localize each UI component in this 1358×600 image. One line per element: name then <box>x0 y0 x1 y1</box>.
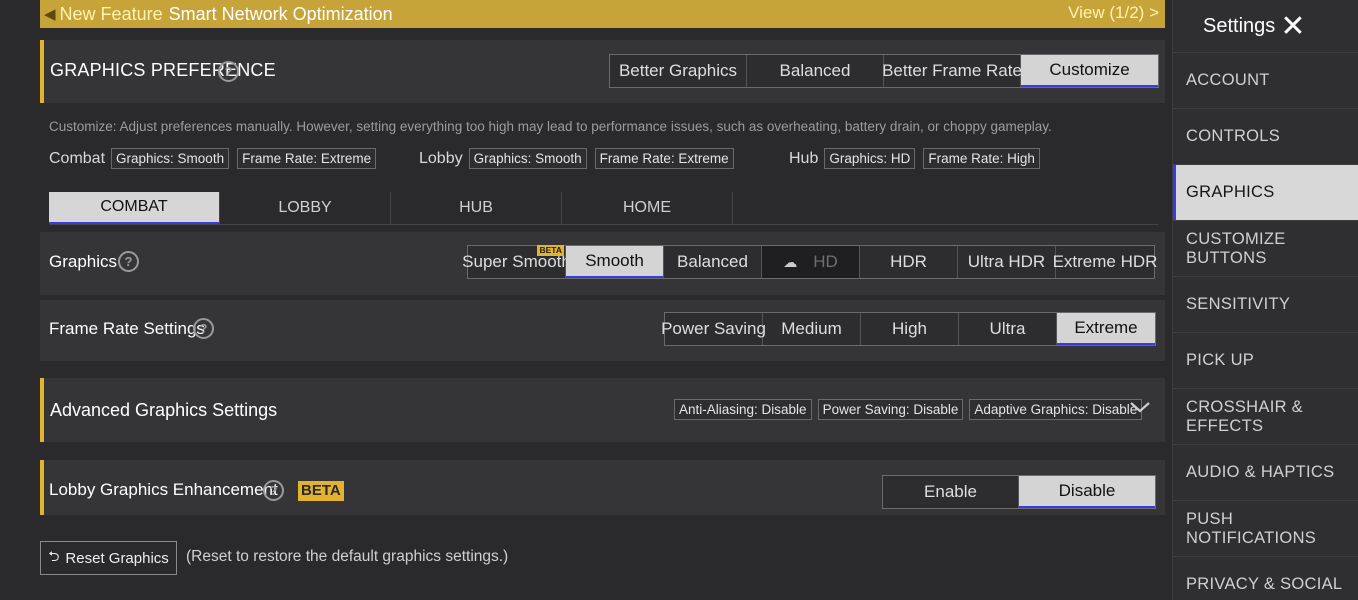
sidebar-item-controls[interactable]: CONTROLS <box>1173 108 1358 164</box>
sidebar-item-graphics[interactable]: GRAPHICS <box>1173 164 1358 220</box>
fps-option-high[interactable]: High <box>861 313 959 345</box>
sidebar-item-privacy-social[interactable]: PRIVACY & SOCIAL <box>1173 556 1358 600</box>
banner-view-link[interactable]: View (1/2) > <box>1068 3 1159 23</box>
summary-hub-frame-rate: Frame Rate: High <box>923 148 1040 169</box>
tab-home[interactable]: HOME <box>562 192 733 224</box>
fps-option-extreme[interactable]: Extreme <box>1057 313 1155 345</box>
summary-hub-graphics: Graphics: HD <box>824 148 916 169</box>
sidebar-item-audio-haptics[interactable]: AUDIO & HAPTICS <box>1173 444 1358 500</box>
graphics-label: Graphics <box>49 252 118 271</box>
help-icon[interactable]: ? <box>218 61 239 82</box>
tab-lobby[interactable]: LOBBY <box>220 192 391 224</box>
lobby-option-disable[interactable]: Disable <box>1019 476 1155 508</box>
section-accent <box>40 40 44 103</box>
summary-combat-frame-rate: Frame Rate: Extreme <box>237 148 377 169</box>
sidebar-item-account[interactable]: ACCOUNT <box>1173 52 1358 108</box>
sidebar-title: Settings <box>1203 14 1276 37</box>
banner-title: Smart Network Optimization <box>168 3 393 24</box>
graphics-option-ultra-hdr[interactable]: Ultra HDR <box>958 246 1056 278</box>
pref-option-better-graphics[interactable]: Better Graphics <box>610 55 747 87</box>
summary-lobby-graphics: Graphics: Smooth <box>468 148 587 169</box>
customize-description: Customize: Adjust preferences manually. … <box>49 119 1052 134</box>
beta-badge: BETA <box>298 481 344 501</box>
frame-rate-label: Frame Rate Settings <box>49 319 205 338</box>
graphics-option-hdr[interactable]: HDR <box>860 246 958 278</box>
main-panel: ◀ New Feature Smart Network Optimization… <box>0 0 1172 600</box>
tab-combat[interactable]: COMBAT <box>49 192 220 224</box>
reset-button-label: Reset Graphics <box>65 549 169 567</box>
fps-option-medium[interactable]: Medium <box>763 313 861 345</box>
close-icon[interactable]: ✕ <box>1275 8 1311 44</box>
graphics-row: Graphics ? Super Smooth BETA Smooth Bala… <box>40 232 1165 295</box>
summary-lobby: Lobby Graphics: Smooth Frame Rate: Extre… <box>419 148 742 169</box>
graphics-preference-selector: Better Graphics Balanced Better Frame Ra… <box>609 54 1159 88</box>
speaker-icon: ◀ <box>44 6 56 23</box>
help-icon[interactable]: ? <box>263 480 284 501</box>
sidebar-item-sensitivity[interactable]: SENSITIVITY <box>1173 276 1358 332</box>
sidebar-item-customize-buttons[interactable]: CUSTOMIZE BUTTONS <box>1173 220 1358 276</box>
power-saving-chip: Power Saving: Disable <box>817 399 964 420</box>
cloud-download-icon: ☁ <box>783 253 798 270</box>
graphics-quality-selector: Super Smooth BETA Smooth Balanced ☁ HD H… <box>462 245 1158 279</box>
graphics-option-label: HD <box>813 252 838 271</box>
pref-option-customize[interactable]: Customize <box>1021 55 1158 87</box>
summary-hub-name: Hub <box>789 149 819 167</box>
sidebar-item-push-notifications[interactable]: PUSH NOTIFICATIONS <box>1173 500 1358 556</box>
graphics-preference-section: GRAPHICS PREFERENCE ? Better Graphics Ba… <box>40 40 1165 103</box>
chevron-down-icon[interactable] <box>1129 398 1151 419</box>
advanced-graphics-section[interactable]: Advanced Graphics Settings Anti-Aliasing… <box>40 378 1165 442</box>
tab-hub[interactable]: HUB <box>391 192 562 224</box>
lobby-enhancement-label: Lobby Graphics Enhancement <box>49 480 278 499</box>
help-icon[interactable]: ? <box>193 318 214 339</box>
sidebar-item-pick-up[interactable]: PICK UP <box>1173 332 1358 388</box>
frame-rate-row: Frame Rate Settings ? Power Saving Mediu… <box>40 300 1165 361</box>
fps-option-ultra[interactable]: Ultra <box>959 313 1057 345</box>
graphics-option-smooth[interactable]: Smooth <box>566 246 664 278</box>
settings-sidebar: Settings ✕ ACCOUNT CONTROLS GRAPHICS CUS… <box>1172 0 1358 600</box>
reset-graphics-button[interactable]: ⮌ Reset Graphics <box>40 541 177 575</box>
summary-lobby-frame-rate: Frame Rate: Extreme <box>594 148 734 169</box>
help-icon[interactable]: ? <box>118 251 139 272</box>
summary-combat-name: Combat <box>49 149 106 167</box>
graphics-option-super-smooth[interactable]: Super Smooth BETA <box>462 245 571 278</box>
summary-combat: Combat Graphics: Smooth Frame Rate: Extr… <box>49 148 384 169</box>
section-accent <box>40 378 44 442</box>
lobby-enhancement-toggle: Enable Disable <box>882 475 1156 509</box>
graphics-option-extreme-hdr[interactable]: Extreme HDR <box>1053 246 1158 278</box>
pref-option-better-frame-rate[interactable]: Better Frame Rate <box>882 55 1022 87</box>
advanced-graphics-label: Advanced Graphics Settings <box>50 400 278 420</box>
frame-rate-selector: Power Saving Medium High Ultra Extreme <box>661 312 1156 346</box>
summary-combat-graphics: Graphics: Smooth <box>111 148 230 169</box>
graphics-option-hd[interactable]: ☁ HD <box>762 246 860 278</box>
adaptive-graphics-chip: Adaptive Graphics: Disable <box>969 399 1143 420</box>
banner-tag: New Feature <box>59 3 163 24</box>
advanced-status-chips: Anti-Aliasing: Disable Power Saving: Dis… <box>674 399 1148 420</box>
lobby-enhancement-section: Lobby Graphics Enhancement ? BETA Enable… <box>40 460 1165 515</box>
graphics-preference-label: GRAPHICS PREFERENCE <box>50 60 276 80</box>
sidebar-item-crosshair-effects[interactable]: CROSSHAIR & EFFECTS <box>1173 388 1358 444</box>
reset-note: (Reset to restore the default graphics s… <box>186 548 509 565</box>
lobby-option-enable[interactable]: Enable <box>883 476 1019 508</box>
anti-aliasing-chip: Anti-Aliasing: Disable <box>674 399 812 420</box>
feature-banner[interactable]: ◀ New Feature Smart Network Optimization… <box>40 0 1165 28</box>
pref-option-balanced[interactable]: Balanced <box>747 55 884 87</box>
fps-option-power-saving[interactable]: Power Saving <box>661 313 766 345</box>
section-accent <box>40 460 44 515</box>
summary-hub: Hub Graphics: HD Frame Rate: High <box>789 148 1048 169</box>
graphics-option-balanced[interactable]: Balanced <box>664 246 762 278</box>
undo-icon: ⮌ <box>48 548 60 564</box>
summary-lobby-name: Lobby <box>419 149 463 167</box>
beta-badge: BETA <box>537 245 564 256</box>
mode-tabs: COMBAT LOBBY HUB HOME <box>49 192 1158 225</box>
